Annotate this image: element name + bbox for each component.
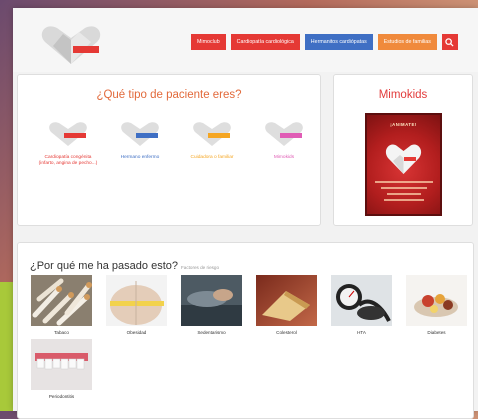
patient-type-label: Cuidadora o familiar [190,155,234,160]
heart-badge-icon [49,122,87,146]
risk-factor-label: Colesterol [276,330,297,335]
risk-factors-grid: Tabaco Obesidad Sedentarismo Colesterol … [31,275,471,399]
heart-badge-icon [121,122,159,146]
risk-factors-subtitle: Factores de riesgo [180,265,220,270]
waist-measure-thumbnail [106,275,167,326]
risk-factors-title: ¿Por qué me ha pasado esto? Factores de r… [30,260,219,272]
mimokids-title: Mimokids [378,89,428,101]
blood-pressure-thumbnail [331,275,392,326]
site-header: Mimoclub Cardiopatía cardiológica Herman… [13,8,478,72]
risk-factor-tabaco[interactable]: Tabaco [31,275,92,335]
risk-factor-hta[interactable]: HTA [331,275,392,335]
patient-type-label: Cardiopatía congénita (infarto, angina d… [38,155,98,167]
main-nav: Mimoclub Cardiopatía cardiológica Herman… [191,34,458,50]
food-thumbnail [256,275,317,326]
risk-factor-colesterol[interactable]: Colesterol [256,275,317,335]
patient-type-label: Hermano enfermo [120,155,160,160]
risk-factor-periodontitis[interactable]: Periodontitis [31,339,92,399]
patient-type-title: ¿Qué tipo de paciente eres? [96,89,242,101]
nav-button-hermanitos[interactable]: Hermanitos cardiópatas [304,34,373,50]
patient-type-mimokids[interactable]: Mimokids [248,115,320,168]
heart-logo-icon[interactable] [39,24,103,66]
risk-factor-obesidad[interactable]: Obesidad [106,275,167,335]
teeth-thumbnail [31,339,92,390]
risk-factor-label: Tabaco [54,330,69,335]
risk-factor-label: HTA [357,330,366,335]
heart-badge-icon [265,122,303,146]
risk-factor-label: Periodontitis [48,394,75,399]
search-button[interactable] [441,34,458,50]
risk-factor-sedentarismo[interactable]: Sedentarismo [181,275,242,335]
poster-text-lines [375,181,433,205]
risk-factors-card: ¿Por qué me ha pasado esto? Factores de r… [17,242,474,419]
nav-button-cardiopatia[interactable]: Cardiopatía cardiológica [230,34,300,50]
patient-type-card: ¿Qué tipo de paciente eres? Cardiopatía … [17,74,321,226]
left-accent-bar [0,282,14,411]
nav-button-estudios[interactable]: Estudios de familias [377,34,437,50]
patient-type-cardiopatia[interactable]: Cardiopatía congénita (infarto, angina d… [32,115,104,168]
poster-heading: ¡ANIMATE! [390,122,417,127]
risk-factor-label: Diabetes [427,330,446,335]
cigarettes-thumbnail [31,275,92,326]
risk-factors-heading: ¿Por qué me ha pasado esto? [30,260,178,272]
risk-factor-label: Obesidad [126,330,147,335]
mimokids-card: Mimokids ¡ANIMATE! [333,74,473,226]
mimokids-poster[interactable]: ¡ANIMATE! [365,113,442,216]
sweets-thumbnail [406,275,467,326]
nav-button-mimoclub[interactable]: Mimoclub [191,34,226,50]
page: Mimoclub Cardiopatía cardiológica Herman… [13,8,478,419]
patient-type-cuidadora[interactable]: Cuidadora o familiar [176,115,248,168]
search-icon [445,37,454,47]
heart-icon [385,144,422,174]
couch-thumbnail [181,275,242,326]
patient-type-hermano[interactable]: Hermano enfermo [104,115,176,168]
heart-badge-icon [193,122,231,146]
patient-type-label: Mimokids [273,155,295,160]
risk-factor-label: Sedentarismo [197,330,226,335]
risk-factor-diabetes[interactable]: Diabetes [406,275,467,335]
